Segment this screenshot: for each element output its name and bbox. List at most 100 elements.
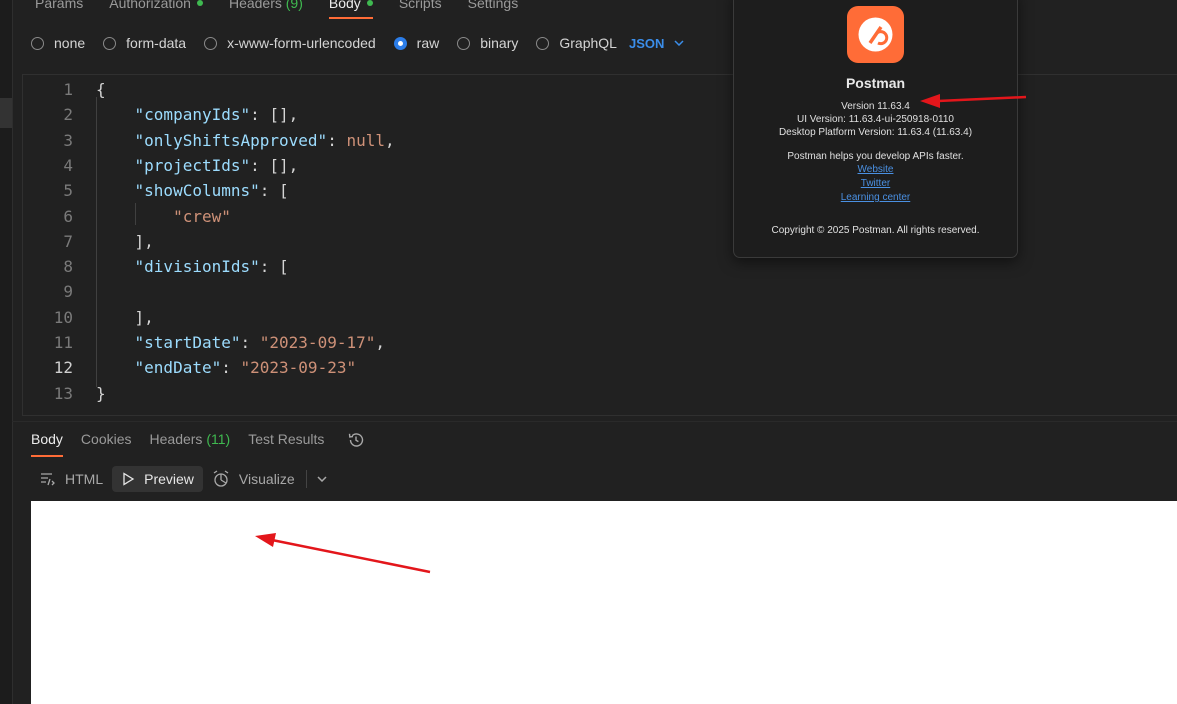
learning-center-link[interactable]: Learning center: [734, 192, 1017, 203]
status-dot-icon: [196, 0, 203, 6]
body-type-urlencoded-label: x-www-form-urlencoded: [227, 35, 376, 51]
left-sidebar-strip: [0, 0, 13, 704]
response-headers-count: (11): [206, 431, 231, 447]
ui-version-text: UI Version: 11.63.4-ui-250918-0110: [797, 114, 954, 125]
response-divider: [12, 421, 1177, 422]
desktop-version-text: Desktop Platform Version: 11.63.4 (11.63…: [778, 127, 973, 138]
line-number: 6: [63, 206, 73, 226]
response-tab-cookies[interactable]: Cookies: [72, 428, 141, 452]
code-text: "crew": [173, 206, 231, 226]
body-type-graphql[interactable]: GraphQL: [536, 35, 617, 51]
radio-binary[interactable]: [457, 36, 471, 50]
visualize-dropdown[interactable]: [311, 476, 333, 482]
code-text: "projectIds": [],: [134, 155, 299, 175]
view-visualize-label: Visualize: [238, 471, 295, 487]
line-number: 4: [63, 155, 73, 175]
body-type-form-data[interactable]: form-data: [103, 35, 186, 51]
format-dropdown[interactable]: JSON: [629, 36, 684, 51]
sidebar-selection-marker: [0, 98, 12, 128]
code-text: "onlyShiftsApproved": null,: [134, 130, 395, 150]
copyright-text: Copyright © 2025 Postman. All rights res…: [771, 225, 980, 236]
chevron-down-icon: [674, 40, 684, 46]
body-type-raw-label: raw: [416, 35, 440, 51]
response-tab-body[interactable]: Body: [22, 428, 72, 457]
code-line[interactable]: 12 "endDate": "2023-09-23": [23, 355, 1177, 380]
radio-graphql[interactable]: [536, 36, 550, 50]
code-line[interactable]: 13}: [23, 381, 1177, 406]
code-text: }: [96, 383, 106, 403]
tab-authorization[interactable]: Authorization: [96, 0, 216, 21]
tab-settings-label: Settings: [467, 0, 519, 11]
code-text: ],: [96, 307, 154, 327]
line-number: 13: [53, 383, 73, 403]
status-dot-icon: [366, 0, 373, 6]
response-tab-headers[interactable]: Headers (11): [141, 428, 240, 452]
tab-body[interactable]: Body: [316, 0, 386, 21]
code-text: "companyIds": [],: [134, 105, 299, 125]
view-preview-label: Preview: [144, 471, 194, 487]
tab-params[interactable]: Params: [22, 0, 96, 21]
response-tabs: Body Cookies Headers (11) Test Results: [22, 428, 365, 457]
radio-form-data[interactable]: [103, 36, 117, 50]
line-number: 1: [63, 80, 73, 99]
app-name: Postman: [845, 75, 906, 91]
code-line[interactable]: 10 ],: [23, 305, 1177, 330]
response-tab-test-results[interactable]: Test Results: [239, 428, 333, 452]
tab-body-label: Body: [328, 0, 361, 11]
code-text: "showColumns": [: [134, 181, 289, 201]
body-type-binary[interactable]: binary: [457, 35, 518, 51]
twitter-link[interactable]: Twitter: [734, 178, 1017, 189]
tab-scripts-label: Scripts: [398, 0, 442, 11]
line-number: 2: [63, 105, 73, 125]
body-type-graphql-label: GraphQL: [559, 35, 617, 51]
radio-none[interactable]: [31, 36, 44, 50]
response-tab-headers-label: Headers: [149, 431, 203, 447]
code-line[interactable]: 11 "startDate": "2023-09-17",: [23, 330, 1177, 355]
view-html-button[interactable]: HTML: [31, 466, 112, 492]
website-link[interactable]: Website: [734, 164, 1017, 175]
chevron-down-icon: [317, 476, 327, 482]
line-number: 5: [63, 181, 73, 201]
code-text: "endDate": "2023-09-23": [134, 358, 357, 378]
response-tab-body-label: Body: [31, 431, 63, 447]
code-text: "startDate": "2023-09-17",: [134, 333, 385, 352]
radio-raw[interactable]: [393, 36, 407, 50]
body-type-urlencoded[interactable]: x-www-form-urlencoded: [204, 35, 376, 51]
line-number: 12: [53, 358, 73, 378]
view-visualize-button[interactable]: Visualize: [203, 466, 304, 492]
radio-urlencoded[interactable]: [204, 36, 218, 50]
tab-headers[interactable]: Headers (9): [216, 0, 316, 21]
line-number: 11: [53, 333, 73, 352]
code-line[interactable]: 9: [23, 279, 1177, 304]
response-preview-pane: [31, 501, 1177, 704]
code-text: ],: [96, 231, 154, 251]
code-text: "divisionIds": [: [134, 257, 289, 277]
tab-settings[interactable]: Settings: [455, 0, 532, 21]
body-type-none-label: none: [54, 35, 86, 51]
response-view-toggle: HTML Preview Visualize: [31, 466, 333, 492]
body-type-none[interactable]: none: [31, 35, 85, 51]
tab-headers-label: Headers: [228, 0, 282, 11]
response-tab-cookies-label: Cookies: [80, 431, 132, 447]
html-lines-icon: [41, 473, 55, 486]
headers-count: (9): [285, 0, 303, 11]
tab-authorization-label: Authorization: [109, 0, 191, 11]
play-icon: [123, 472, 135, 486]
line-number: 3: [63, 130, 73, 150]
request-tabs: Params Authorization Headers (9) Body Sc…: [22, 0, 531, 24]
line-number: 9: [63, 282, 73, 302]
version-text: Version 11.63.4: [841, 101, 910, 112]
body-type-binary-label: binary: [480, 35, 519, 51]
postman-logo-icon: [847, 6, 904, 63]
about-dialog: Postman Version 11.63.4 UI Version: 11.6…: [733, 0, 1018, 258]
line-number: 8: [63, 257, 73, 277]
history-icon[interactable]: [347, 431, 365, 449]
line-number: 10: [53, 307, 73, 327]
view-html-label: HTML: [65, 471, 104, 487]
divider: [305, 470, 307, 488]
tab-params-label: Params: [35, 0, 84, 11]
view-preview-button[interactable]: Preview: [112, 466, 203, 492]
tab-scripts[interactable]: Scripts: [386, 0, 455, 21]
visualize-icon: [213, 470, 229, 487]
body-type-raw[interactable]: raw: [393, 35, 440, 51]
